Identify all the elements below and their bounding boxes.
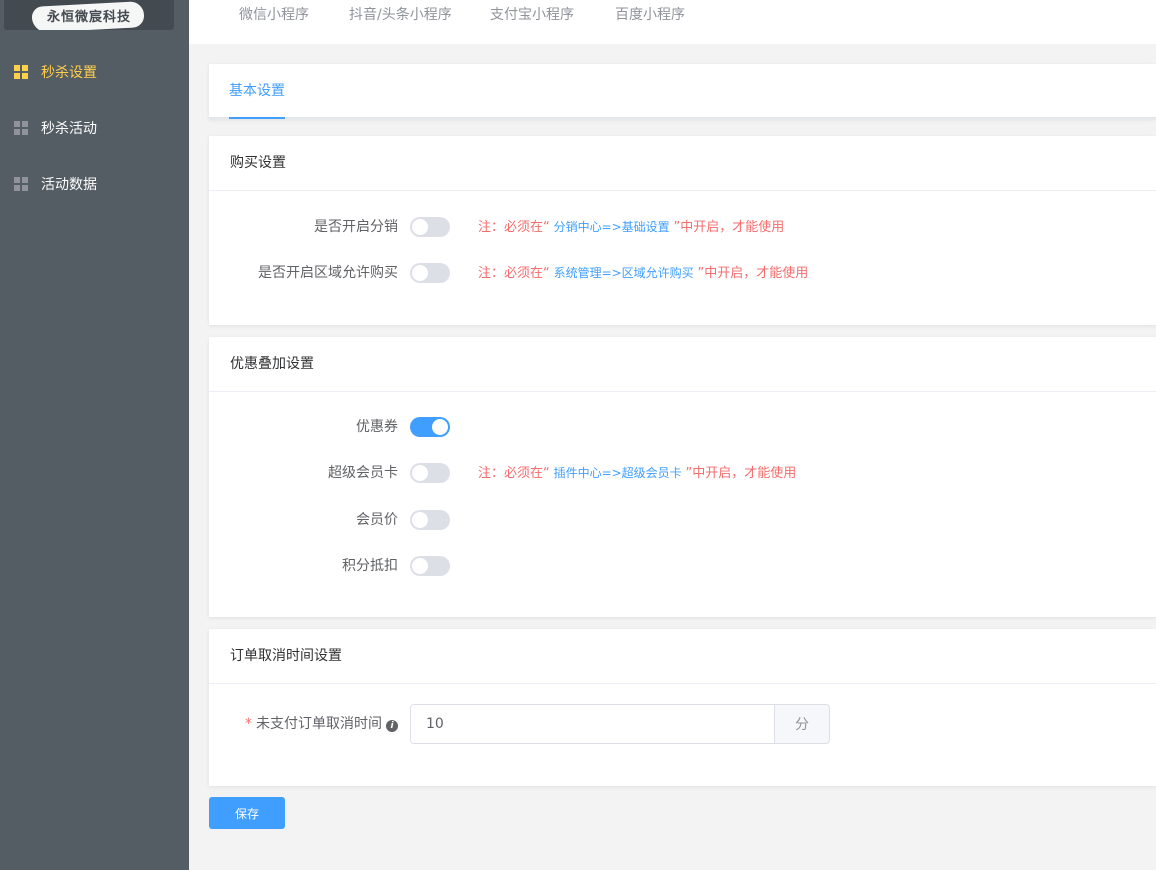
member-price-switch[interactable] bbox=[410, 510, 450, 530]
cancel-time-label-text: 未支付订单取消时间 bbox=[256, 716, 382, 732]
distribution-note: 注：必须在“ 分销中心=>基础设置 ”中开启，才能使用 bbox=[478, 215, 784, 240]
member-price-label: 会员价 bbox=[356, 512, 398, 528]
points-switch[interactable] bbox=[410, 556, 450, 576]
required-asterisk: * bbox=[245, 716, 252, 732]
tab-wechat[interactable]: 微信小程序 bbox=[239, 0, 309, 30]
sidebar-item-label: 活动数据 bbox=[41, 177, 97, 193]
sidebar: 永恒微宸科技 秒杀设置 秒杀活动 活动数据 bbox=[0, 0, 189, 870]
distribution-switch[interactable] bbox=[410, 217, 450, 237]
vip-card-row: 超级会员卡 注：必须在“ 插件中心=>超级会员卡 ”中开启，才能使用 bbox=[209, 461, 1156, 485]
cancel-time-label: * 未支付订单取消时间 i bbox=[245, 704, 398, 744]
coupon-row: 优惠券 bbox=[209, 415, 1156, 439]
region-note: 注：必须在“ 系统管理=>区域允许购买 ”中开启，才能使用 bbox=[478, 261, 808, 286]
note-suffix: ”中开启，才能使用 bbox=[685, 466, 797, 481]
points-label: 积分抵扣 bbox=[342, 558, 398, 574]
card-title: 购买设置 bbox=[209, 136, 1156, 191]
note-suffix: ”中开启，才能使用 bbox=[673, 220, 785, 235]
member-price-row: 会员价 bbox=[209, 508, 1156, 532]
sidebar-item-label: 秒杀活动 bbox=[41, 121, 97, 137]
info-icon[interactable]: i bbox=[386, 720, 398, 732]
cancel-time-card: 订单取消时间设置 *未支付订单取消时间 i 分 bbox=[209, 629, 1156, 786]
tab-baidu[interactable]: 百度小程序 bbox=[615, 0, 685, 30]
card-title: 优惠叠加设置 bbox=[209, 337, 1156, 392]
tab-alipay[interactable]: 支付宝小程序 bbox=[490, 0, 574, 30]
coupon-label: 优惠券 bbox=[356, 419, 398, 435]
vip-card-label: 超级会员卡 bbox=[328, 465, 398, 481]
note-link[interactable]: 分销中心=>基础设置 bbox=[550, 220, 674, 234]
platform-tabs: 微信小程序 抖音/头条小程序 支付宝小程序 百度小程序 bbox=[189, 0, 1156, 44]
sidebar-item-activity-data[interactable]: 活动数据 bbox=[0, 156, 189, 212]
grid-icon bbox=[14, 65, 28, 79]
sidebar-item-label: 秒杀设置 bbox=[41, 65, 97, 81]
cancel-time-row: *未支付订单取消时间 i 分 bbox=[209, 704, 1156, 744]
note-prefix: 注：必须在“ bbox=[478, 220, 550, 235]
discount-settings-card: 优惠叠加设置 优惠券 超级会员卡 注：必须在“ 插件中心=>超级会员卡 ”中开启… bbox=[209, 337, 1156, 617]
region-switch[interactable] bbox=[410, 263, 450, 283]
logo-text: 永恒微宸科技 bbox=[46, 9, 131, 25]
grid-icon bbox=[14, 121, 28, 135]
coupon-switch[interactable] bbox=[410, 417, 450, 437]
grid-icon bbox=[14, 177, 28, 191]
note-prefix: 注：必须在“ bbox=[478, 266, 550, 281]
save-button[interactable]: 保存 bbox=[209, 797, 285, 829]
note-prefix: 注：必须在“ bbox=[478, 466, 550, 481]
unit-append: 分 bbox=[774, 705, 829, 743]
tabs-divider bbox=[209, 117, 1156, 119]
note-link[interactable]: 系统管理=>区域允许购买 bbox=[550, 266, 698, 280]
note-suffix: ”中开启，才能使用 bbox=[697, 266, 809, 281]
sidebar-item-seckill-settings[interactable]: 秒杀设置 bbox=[0, 44, 189, 100]
tab-douyin[interactable]: 抖音/头条小程序 bbox=[349, 0, 452, 30]
vip-card-note: 注：必须在“ 插件中心=>超级会员卡 ”中开启，才能使用 bbox=[478, 461, 796, 486]
purchase-settings-card: 购买设置 是否开启分销 注：必须在“ 分销中心=>基础设置 ”中开启，才能使用 … bbox=[209, 136, 1156, 325]
vip-card-switch[interactable] bbox=[410, 463, 450, 483]
card-title: 订单取消时间设置 bbox=[209, 629, 1156, 684]
region-label: 是否开启区域允许购买 bbox=[258, 265, 398, 281]
cancel-time-input[interactable] bbox=[411, 705, 774, 743]
region-row: 是否开启区域允许购买 注：必须在“ 系统管理=>区域允许购买 ”中开启，才能使用 bbox=[209, 261, 1156, 285]
note-link[interactable]: 插件中心=>超级会员卡 bbox=[550, 466, 686, 480]
tab-basic-settings[interactable]: 基本设置 bbox=[229, 64, 285, 119]
cancel-time-input-group: 分 bbox=[410, 704, 830, 744]
settings-tabs: 基本设置 bbox=[209, 64, 1156, 119]
distribution-row: 是否开启分销 注：必须在“ 分销中心=>基础设置 ”中开启，才能使用 bbox=[209, 215, 1156, 239]
logo[interactable]: 永恒微宸科技 bbox=[4, 0, 174, 30]
sidebar-item-seckill-activities[interactable]: 秒杀活动 bbox=[0, 100, 189, 156]
points-row: 积分抵扣 bbox=[209, 554, 1156, 578]
distribution-label: 是否开启分销 bbox=[314, 219, 398, 235]
sidebar-nav: 秒杀设置 秒杀活动 活动数据 bbox=[0, 44, 189, 212]
